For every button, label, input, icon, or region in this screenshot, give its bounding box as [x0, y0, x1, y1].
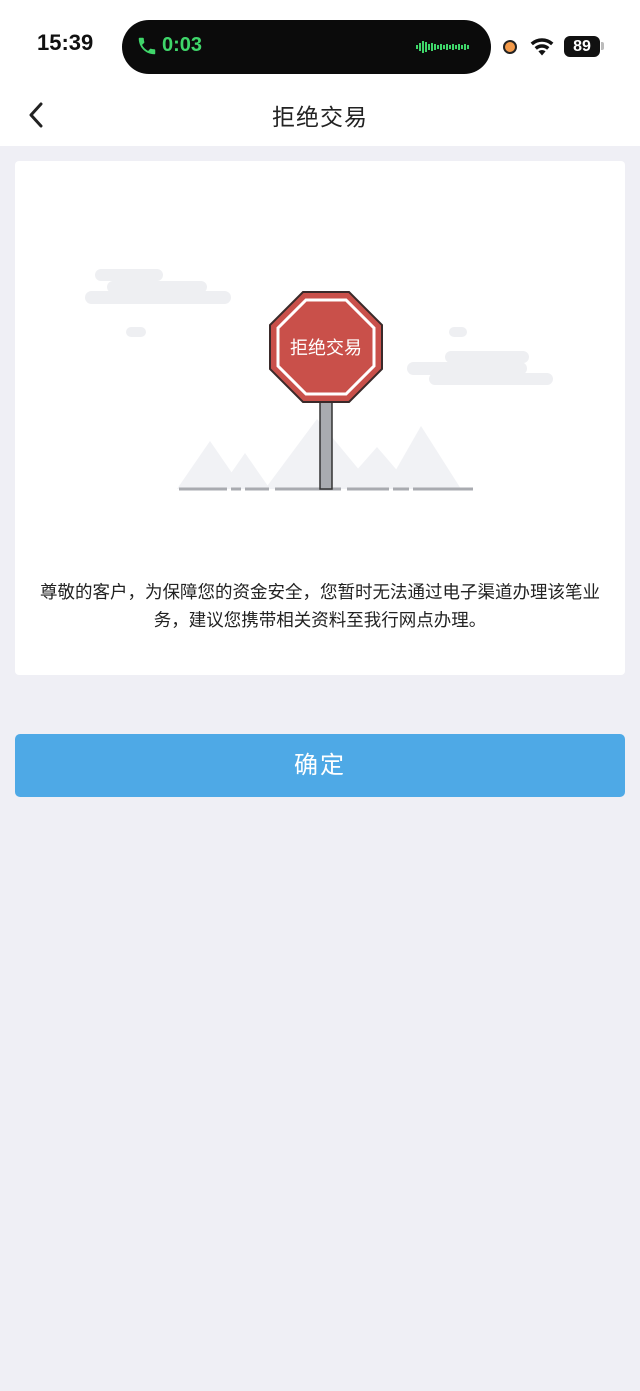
nav-bar: 拒绝交易 — [0, 88, 640, 146]
rejection-message: 尊敬的客户，为保障您的资金安全，您暂时无法通过电子渠道办理该笔业务，建议您携带相… — [40, 583, 600, 631]
rejection-card: 拒绝交易 尊敬的客户，为保障您的资金安全，您暂时无法通过电子渠道办理该笔业务，建… — [15, 161, 625, 675]
wifi-icon — [530, 38, 554, 56]
status-bar: 15:39 0:03 89 — [0, 0, 640, 88]
confirm-button[interactable]: 确定 — [15, 734, 625, 797]
cloud-left — [85, 269, 231, 337]
sign-text: 拒绝交易 — [290, 338, 362, 359]
call-activity-pill[interactable]: 0:03 — [122, 20, 491, 74]
phone-icon — [138, 37, 156, 55]
mountains — [177, 419, 461, 489]
recording-dot-icon — [503, 40, 517, 54]
battery-icon: 89 — [564, 36, 600, 57]
waveform-icon — [416, 41, 469, 53]
sign-pole — [319, 398, 333, 490]
stop-sign-illustration: 拒绝交易 — [85, 269, 553, 491]
call-timer: 0:03 — [162, 34, 203, 56]
page-title: 拒绝交易 — [272, 105, 368, 131]
cloud-right — [407, 327, 553, 385]
status-time: 15:39 — [37, 30, 94, 55]
battery-cap — [601, 42, 604, 50]
